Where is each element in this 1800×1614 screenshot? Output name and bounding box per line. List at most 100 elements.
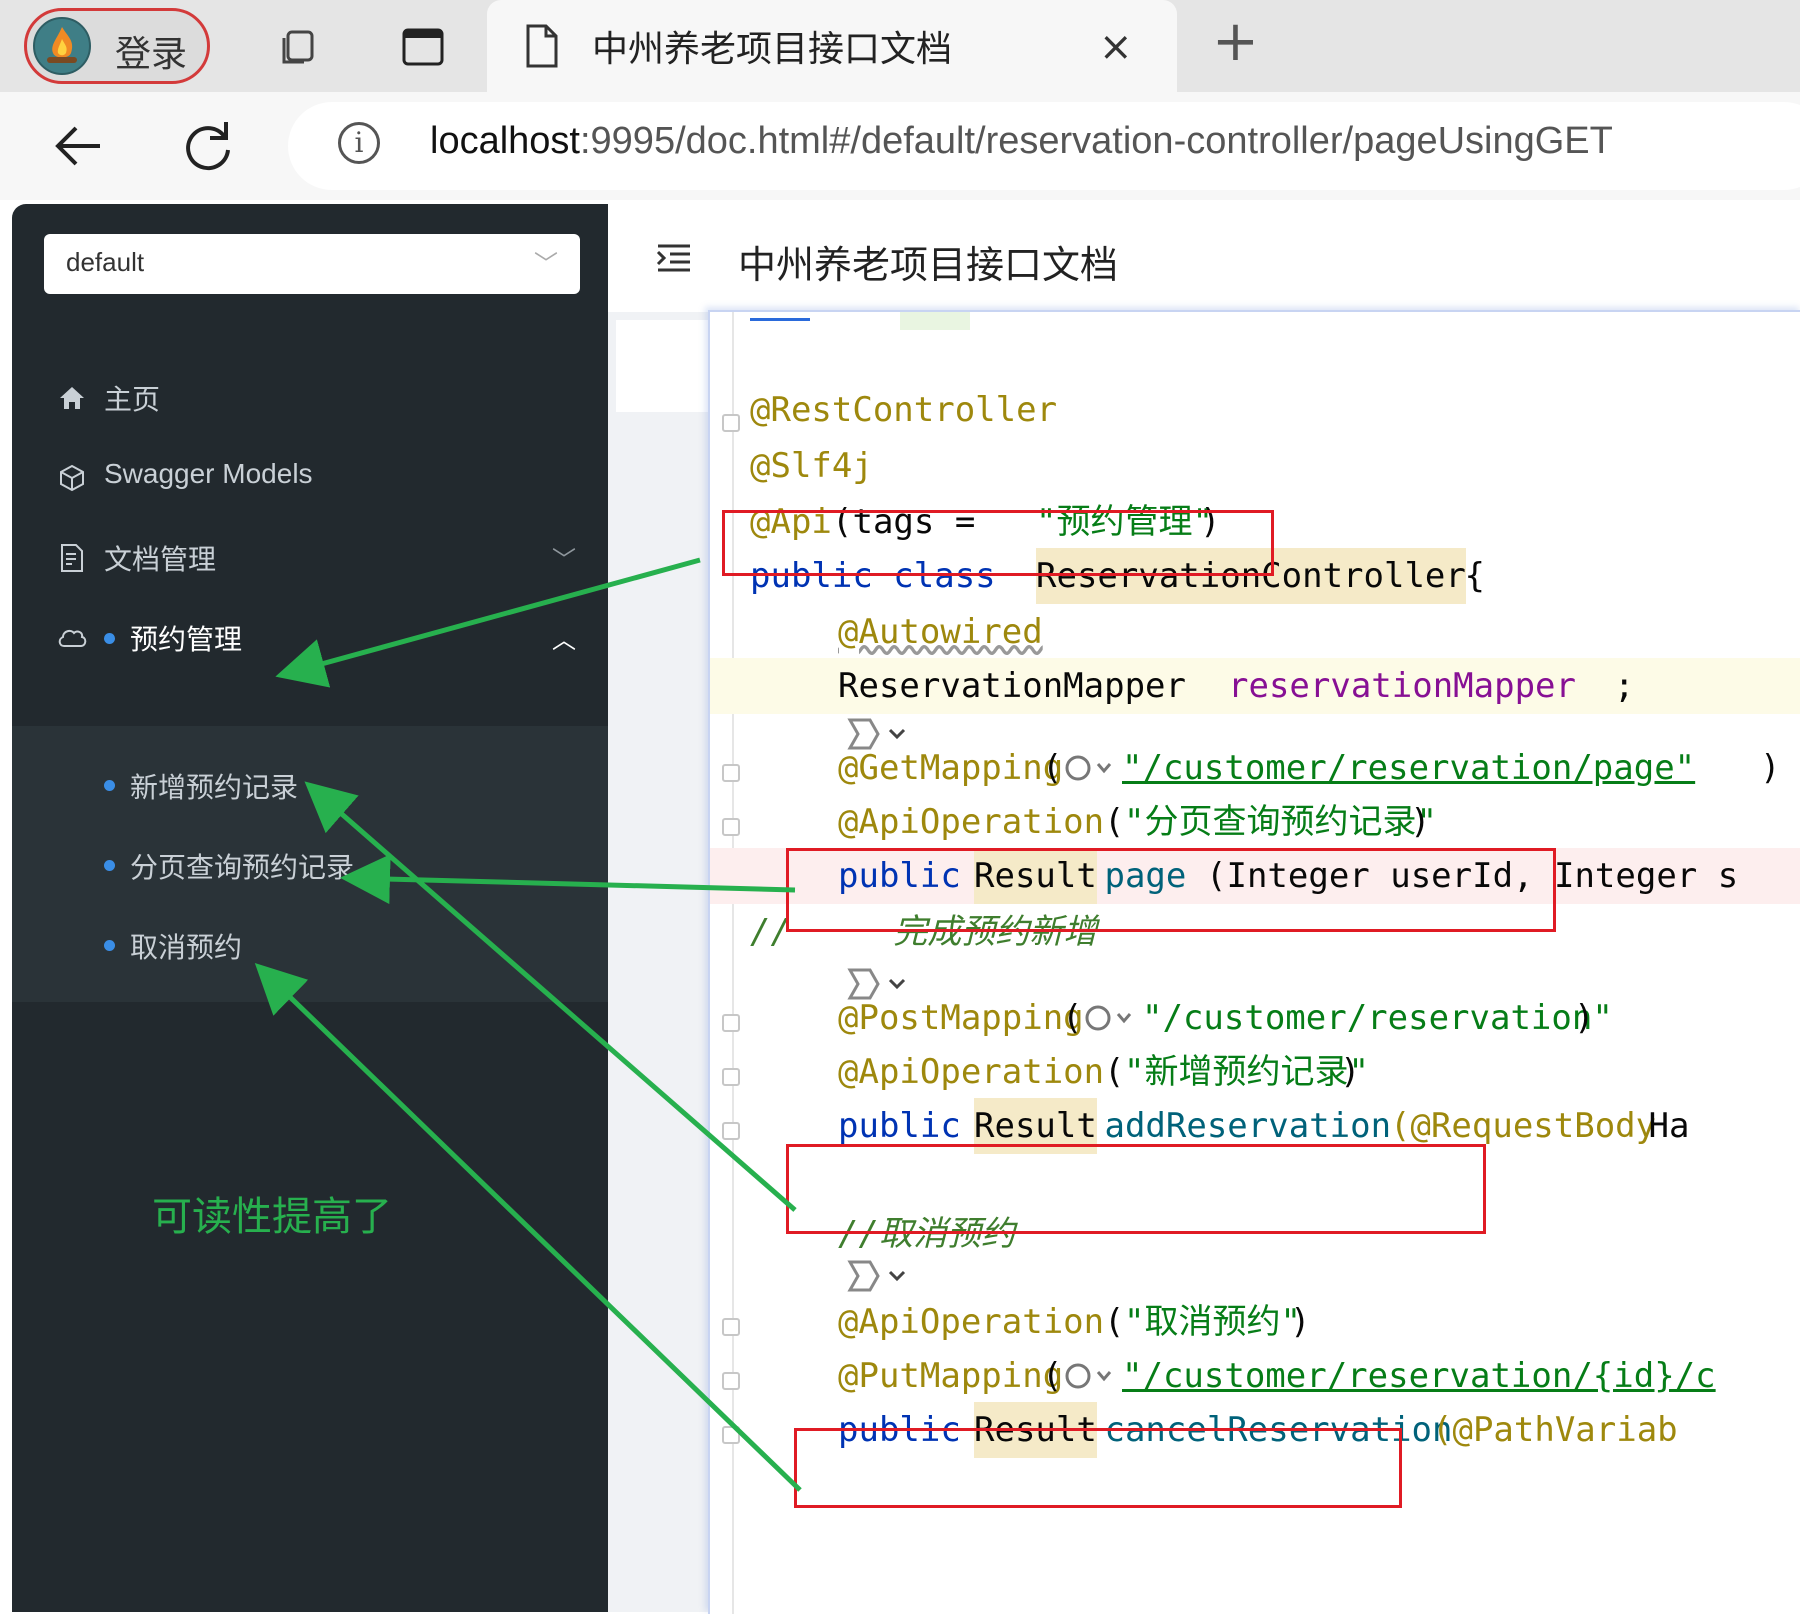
bullet-dot <box>104 940 115 951</box>
home-icon <box>60 387 84 409</box>
annotation-token: @PutMapping <box>838 1356 1064 1396</box>
code-token: ) <box>1574 998 1595 1038</box>
active-tab[interactable]: 中州养老项目接口文档 × <box>487 0 1177 92</box>
type-token: ReservationMapper <box>838 666 1207 706</box>
code-token: ( <box>1042 748 1063 788</box>
sidebar-subitem-label: 取消预约 <box>130 931 243 964</box>
profile-label: 登录 <box>115 34 188 75</box>
globe-icon[interactable] <box>1084 1002 1140 1034</box>
sidebar-subitem-page-reservation[interactable]: 分页查询预约记录 <box>12 824 608 904</box>
ai-assist-icon[interactable] <box>842 1256 912 1296</box>
close-icon[interactable]: × <box>1099 24 1133 70</box>
annotation-token: @ApiOperation <box>838 1302 1105 1342</box>
string-token: "/customer/reservation" <box>1142 998 1613 1038</box>
code-token: ( <box>1104 1302 1125 1342</box>
collections-icon[interactable] <box>272 22 322 72</box>
code-token: ( <box>1062 998 1083 1038</box>
group-select[interactable]: default ﹀ <box>44 234 580 294</box>
url-host: localhost <box>430 120 580 162</box>
cube-icon <box>60 464 84 492</box>
highlight-box-cancel-operation <box>794 1428 1402 1508</box>
site-info-icon[interactable]: i <box>338 122 380 164</box>
content-card <box>616 320 716 412</box>
code-line-current: ReservationMapper reservationMapper ; <box>710 658 1800 714</box>
globe-icon[interactable] <box>1064 1360 1120 1392</box>
code-line: @PutMapping ( "/customer/reservation/{id… <box>710 1348 1800 1404</box>
code-line: @ApiOperation ( "新增预约记录" ) <box>710 1044 1800 1100</box>
bullet-dot <box>104 860 115 871</box>
document-icon <box>61 544 83 572</box>
folded-imports[interactable] <box>900 312 970 330</box>
sidebar-item-swagger-models[interactable]: Swagger Models <box>12 438 608 518</box>
code-line: @PostMapping ( "/customer/reservation" ) <box>710 990 1800 1046</box>
back-arrow-icon[interactable] <box>48 114 112 178</box>
url-text[interactable]: localhost:9995/doc.html#/default/reserva… <box>430 120 1613 163</box>
sidebar-subitem-add-reservation[interactable]: 新增预约记录 <box>12 744 608 824</box>
code-token: ) <box>1290 1302 1311 1342</box>
sidebar-item-docs[interactable]: 文档管理 ﹀ <box>12 518 608 598</box>
main-header: 中州养老项目接口文档 <box>608 204 1800 312</box>
string-token: "/customer/reservation/page" <box>1122 748 1696 788</box>
chevron-down-icon: ﹀ <box>552 546 576 574</box>
sidebar-item-reservation[interactable]: 预约管理 ︿ <box>12 598 608 678</box>
url-path: :9995/doc.html#/default/reservation-cont… <box>579 120 1613 162</box>
string-token: "新增预约记录" <box>1124 1052 1369 1092</box>
sidebar-subitem-label: 新增预约记录 <box>130 771 299 804</box>
reservation-submenu: 新增预约记录 分页查询预约记录 取消预约 <box>12 726 608 1002</box>
profile-button[interactable]: 登录 <box>24 8 210 84</box>
highlight-box-api-tags <box>722 510 1274 576</box>
import-fragment <box>750 312 810 321</box>
code-token: ; <box>1614 666 1635 706</box>
code-token: ( <box>1104 1052 1125 1092</box>
annotation-token: @ApiOperation <box>838 802 1105 842</box>
chevron-down-icon: ﹀ <box>534 250 558 278</box>
highlight-box-add-operation <box>786 1144 1486 1234</box>
string-token: "分页查询预约记录" <box>1124 802 1437 842</box>
code-editor: @RestController @Slf4j @Api (tags = "预约管… <box>708 310 1800 1614</box>
sidebar-item-home[interactable]: 主页 <box>12 358 608 438</box>
new-tab-button[interactable]: + <box>1212 14 1259 70</box>
address-bar[interactable]: i localhost:9995/doc.html#/default/reser… <box>288 102 1800 190</box>
refresh-icon[interactable] <box>176 114 240 178</box>
code-line: @ApiOperation ( "分页查询预约记录" ) <box>710 794 1800 850</box>
code-token: ) <box>1340 1052 1361 1092</box>
annotation-text: 可读性提高了 <box>152 1194 392 1240</box>
bullet-dot <box>104 780 115 791</box>
annotation-token: @PostMapping <box>838 998 1084 1038</box>
highlight-box-page-operation <box>786 848 1556 932</box>
vertical-tabs-icon[interactable] <box>398 22 448 72</box>
code-token: { <box>1444 556 1485 596</box>
group-select-value: default <box>66 247 145 277</box>
code-line: @ApiOperation ( "取消预约" ) <box>710 1294 1800 1350</box>
code-line: @Slf4j <box>710 438 1800 494</box>
avatar <box>33 17 91 75</box>
chevron-up-icon: ︿ <box>552 626 576 654</box>
active-dot <box>104 633 115 644</box>
sidebar-item-label: 预约管理 <box>130 624 243 655</box>
code-line: @RestController <box>710 382 1800 438</box>
code-token: ( <box>1042 1356 1063 1396</box>
annotation-token: @RestController <box>750 390 1058 430</box>
api-cloud-icon <box>58 629 87 647</box>
code-token: Ha <box>1628 1106 1690 1146</box>
code-token: ) <box>1410 802 1431 842</box>
browser-tab-bar: 登录 中州养老项目接口文档 × + <box>0 0 1800 92</box>
annotation-token: @Slf4j <box>750 446 873 486</box>
annotation-token: @Autowired <box>838 612 1043 652</box>
sidebar-item-label: 文档管理 <box>104 544 217 575</box>
string-token: "/customer/reservation/{id}/c <box>1122 1356 1716 1396</box>
sidebar: default ﹀ 主页 Swagger Models 文档管理 ﹀ 预约管理 … <box>12 204 608 1612</box>
code-token: ) <box>1760 748 1781 788</box>
code-token: ( <box>1104 802 1125 842</box>
annotation-token: @GetMapping <box>838 748 1064 788</box>
sidebar-subitem-cancel-reservation[interactable]: 取消预约 <box>12 904 608 984</box>
code-line: @GetMapping ( "/customer/reservation/pag… <box>710 740 1800 796</box>
page-icon <box>526 24 558 68</box>
annotation-token: (@PathVariab <box>1432 1410 1678 1450</box>
sidebar-item-label: Swagger Models <box>104 458 313 489</box>
field-token: reservationMapper <box>1228 666 1576 706</box>
menu-collapse-icon[interactable] <box>654 238 694 278</box>
sidebar-item-label: 主页 <box>104 384 161 415</box>
browser-nav-bar: i localhost:9995/doc.html#/default/reser… <box>0 92 1800 200</box>
globe-icon[interactable] <box>1064 752 1120 784</box>
